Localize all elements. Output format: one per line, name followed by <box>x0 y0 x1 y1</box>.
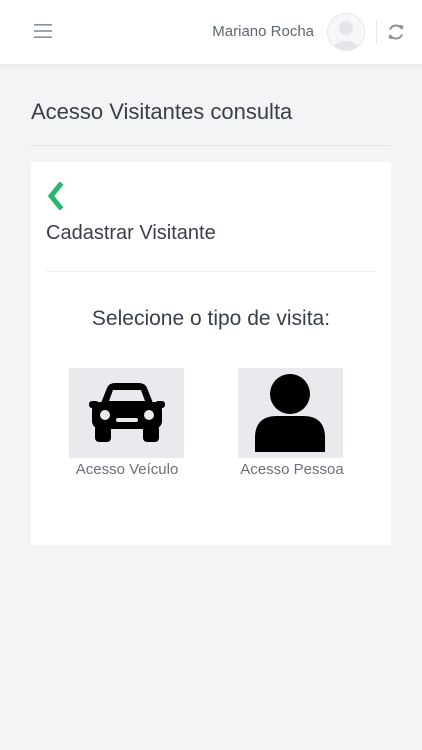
user-avatar[interactable] <box>327 13 365 51</box>
default-user-avatar-icon <box>332 21 360 50</box>
person-access-tile[interactable] <box>238 368 343 458</box>
vehicle-access-option[interactable]: Acesso Veículo <box>69 368 185 478</box>
vehicle-access-label: Acesso Veículo <box>75 461 179 478</box>
top-bar: Mariano Rocha <box>0 0 422 64</box>
person-icon <box>255 374 325 452</box>
page-title: Acesso Visitantes consulta <box>31 99 293 124</box>
user-name[interactable]: Mariano Rocha <box>212 23 314 40</box>
vehicle-access-tile[interactable] <box>69 368 184 458</box>
card-divider <box>46 271 376 272</box>
visit-type-prompt: Selecione o tipo de visita: <box>91 307 331 330</box>
chevron-left-icon[interactable] <box>46 182 66 210</box>
visitor-card: Cadastrar Visitante Selecione o tipo de … <box>31 162 391 545</box>
car-icon <box>89 383 165 442</box>
page-title-divider <box>31 145 391 146</box>
person-access-label: Acesso Pessoa <box>240 461 344 478</box>
hamburger-menu-icon[interactable] <box>34 22 52 40</box>
card-title: Cadastrar Visitante <box>46 222 216 244</box>
person-access-option[interactable]: Acesso Pessoa <box>238 368 346 478</box>
refresh-icon[interactable] <box>386 22 406 42</box>
topbar-divider <box>376 20 377 44</box>
